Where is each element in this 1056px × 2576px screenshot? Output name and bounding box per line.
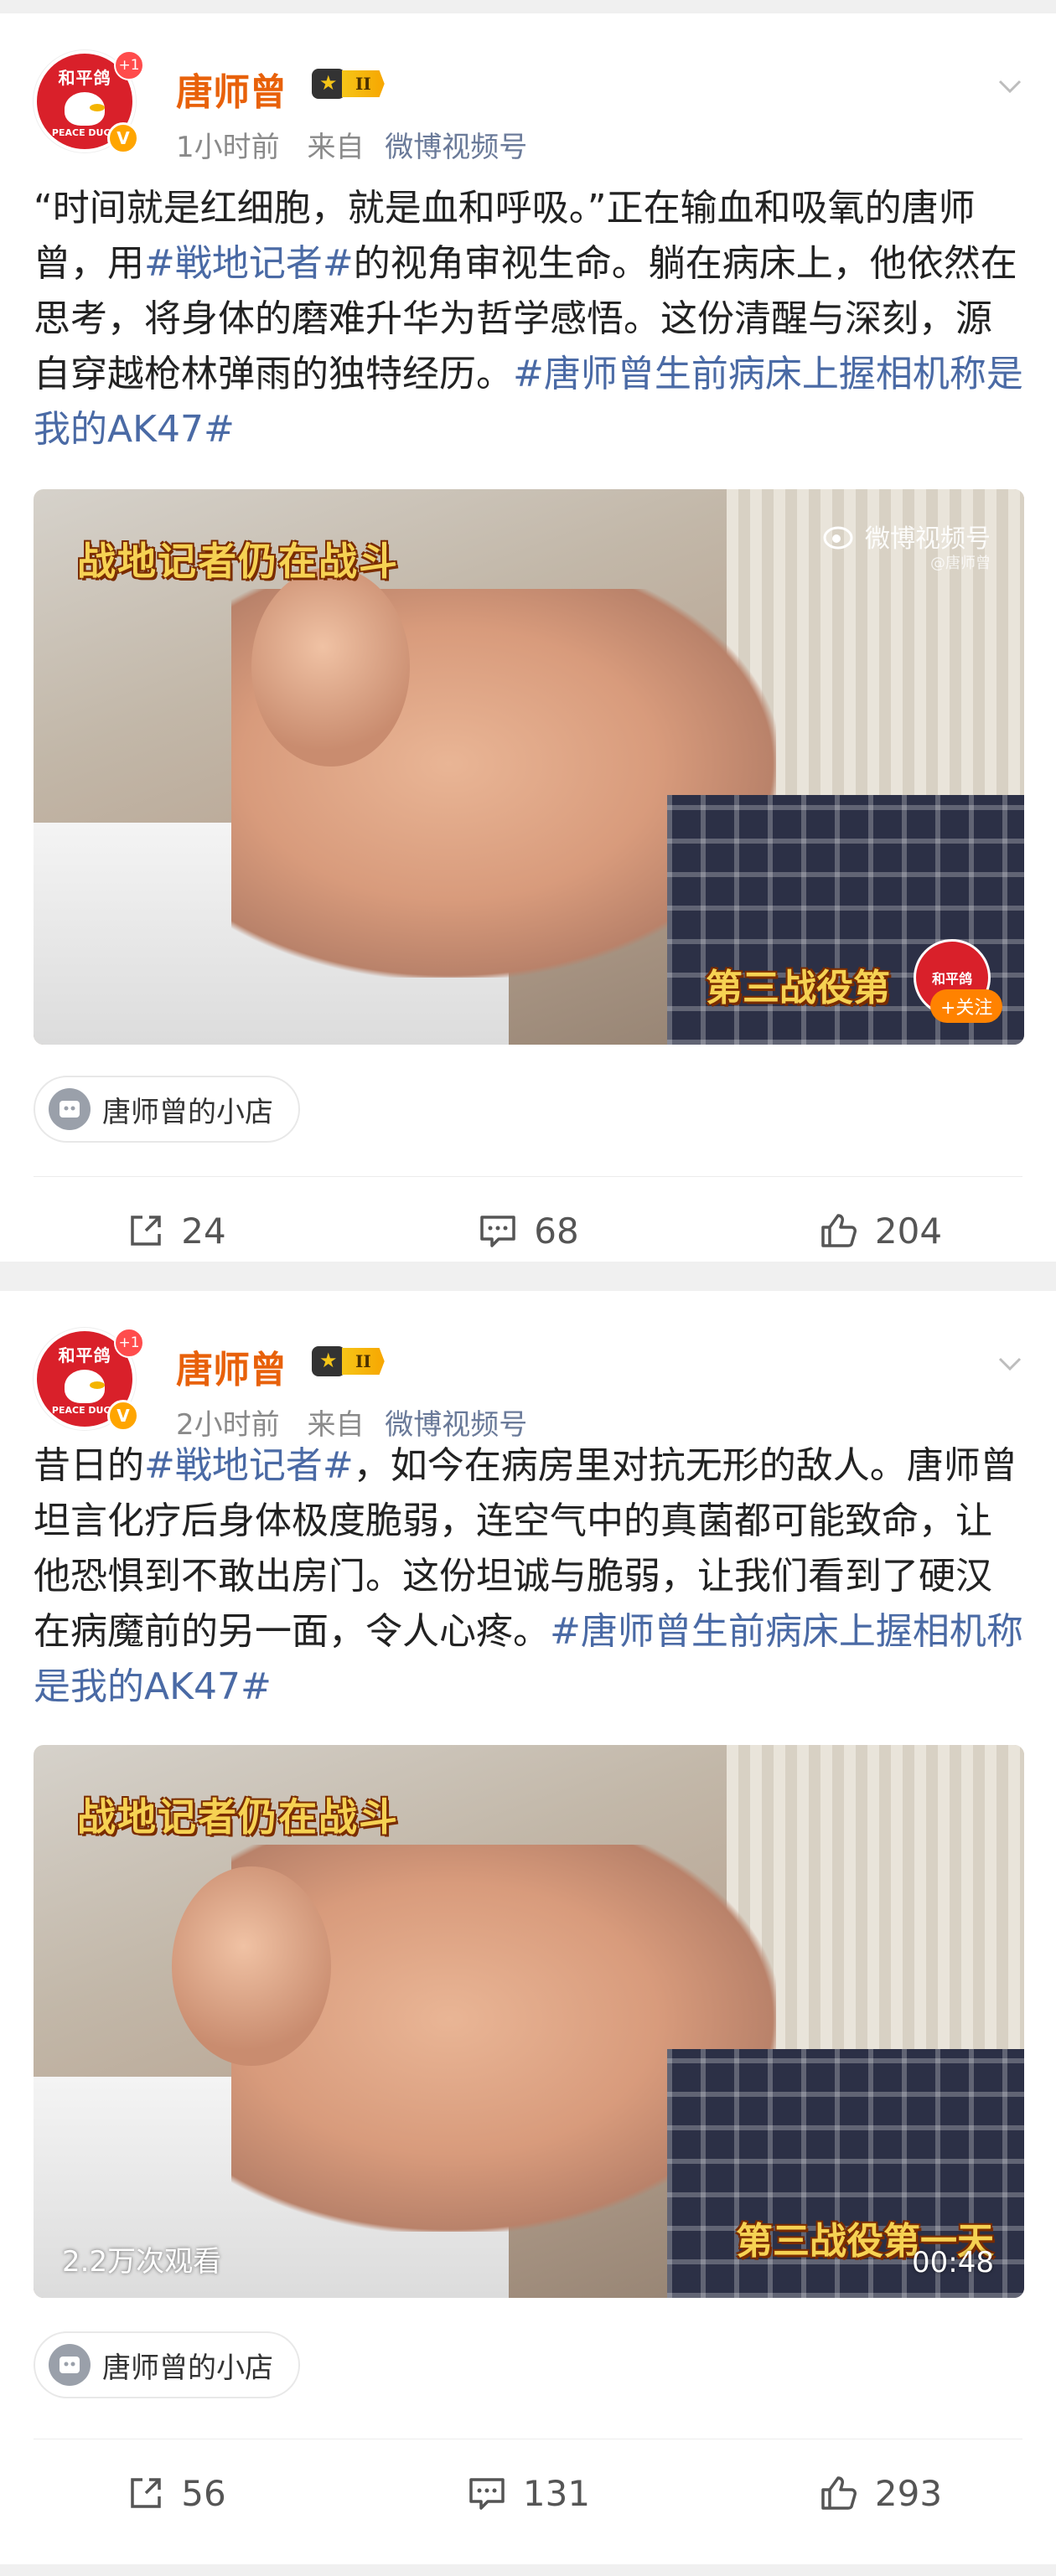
avatar[interactable]: 和平鸽 PEACE DUCK +1 V <box>34 1328 144 1432</box>
chevron-down-icon[interactable] <box>996 1350 1024 1378</box>
video-duration: 00:48 <box>912 2246 994 2279</box>
video-overlay-subtitle: 第三战役第 <box>706 967 890 1009</box>
avatar[interactable]: 和平鸽 PEACE DUCK +1 V <box>34 50 144 154</box>
weibo-feed: 和平鸽 PEACE DUCK +1 V 唐师曾 II 1小时前 来自 微博视频号 <box>0 0 1056 2576</box>
shop-chip[interactable]: 唐师曾的小店 <box>34 2331 300 2398</box>
follow-badge[interactable]: 和平鸽 +关注 <box>914 939 1003 1023</box>
view-count: 2.2万次观看 <box>62 2245 222 2279</box>
repost-count: 56 <box>181 2472 226 2514</box>
thumbs-up-icon <box>821 1214 857 1247</box>
video-player[interactable]: 战地记者仍在战斗 微博视频号 @唐师曾 第三战役第 和平鸽 +关注 <box>34 489 1024 1045</box>
hashtag-link[interactable]: #戦地记者# <box>144 1444 354 1487</box>
video-frame-head <box>251 566 411 767</box>
like-button[interactable]: 204 <box>704 1180 1056 1281</box>
author-name[interactable]: 唐师曾 <box>176 1340 287 1393</box>
action-bar: 24 68 204 <box>0 1180 1056 1281</box>
post-card[interactable]: 和平鸽 PEACE DUCK +1 V 唐师曾 II 2小时前 来自 微博视频号 <box>0 1291 1056 2564</box>
repost-icon <box>131 1216 162 1246</box>
post-text: “时间就是红细胞，就是血和呼吸。”正在输血和吸氧的唐师曾，用#戦地记者#的视角审… <box>34 181 1028 457</box>
crown-icon <box>312 69 345 99</box>
verified-icon: V <box>107 122 139 154</box>
comment-icon <box>480 1216 516 1247</box>
chevron-down-icon[interactable] <box>996 72 1024 101</box>
author-name[interactable]: 唐师曾 <box>176 62 287 116</box>
repost-button[interactable]: 56 <box>0 2443 352 2543</box>
vip-badge[interactable]: II <box>312 67 385 101</box>
shop-icon <box>49 1088 91 1130</box>
post-meta: 1小时前 来自 微博视频号 <box>176 124 527 165</box>
post-meta: 2小时前 来自 微博视频号 <box>176 1402 527 1443</box>
avatar-logo-text: 和平鸽 <box>58 1345 111 1365</box>
post-header: 和平鸽 PEACE DUCK +1 V 唐师曾 II 1小时前 来自 微博视频号 <box>0 13 1056 164</box>
avatar-badge: +1 <box>114 1328 144 1358</box>
vip-level: II <box>342 1348 385 1375</box>
avatar-badge: +1 <box>114 50 144 80</box>
comment-count: 131 <box>522 2472 591 2514</box>
post-card[interactable]: 和平鸽 PEACE DUCK +1 V 唐师曾 II 1小时前 来自 微博视频号 <box>0 13 1056 1262</box>
top-gap <box>0 0 1056 13</box>
post-header: 和平鸽 PEACE DUCK +1 V 唐师曾 II 2小时前 来自 微博视频号 <box>0 1291 1056 1442</box>
hashtag-link[interactable]: #戦地记者# <box>144 242 354 285</box>
source-prefix: 来自 <box>307 1408 365 1442</box>
video-frame-head <box>172 1866 331 2066</box>
like-count: 293 <box>874 2472 943 2514</box>
post-time: 2小时前 <box>176 1408 280 1442</box>
video-overlay-title: 战地记者仍在战斗 <box>77 1794 399 1840</box>
divider <box>34 1176 1022 1177</box>
weibo-eye-icon <box>823 526 853 550</box>
comment-icon <box>469 2478 505 2510</box>
video-watermark: 微博视频号 <box>823 518 991 555</box>
crown-icon <box>312 1346 345 1376</box>
video-overlay-title: 战地记者仍在战斗 <box>77 539 399 584</box>
repost-icon <box>131 2478 162 2508</box>
thumbs-up-icon <box>821 2476 857 2510</box>
video-player[interactable]: 战地记者仍在战斗 第三战役第一天 2.2万次观看 00:48 <box>34 1745 1024 2298</box>
text-segment: 昔日的 <box>34 1444 144 1487</box>
post-time: 1小时前 <box>176 131 280 164</box>
post-text: 昔日的#戦地记者#，如今在病房里对抗无形的敌人。唐师曾坦言化疗后身体极度脆弱，连… <box>34 1438 1028 1715</box>
comment-button[interactable]: 131 <box>352 2443 704 2543</box>
post-source[interactable]: 微博视频号 <box>385 131 527 164</box>
follow-button[interactable]: +关注 <box>930 989 1003 1023</box>
repost-button[interactable]: 24 <box>0 1180 352 1281</box>
vip-badge[interactable]: II <box>312 1345 385 1378</box>
action-bar: 56 131 293 <box>0 2443 1056 2543</box>
like-count: 204 <box>874 1210 943 1252</box>
shop-icon <box>49 2344 91 2386</box>
like-button[interactable]: 293 <box>704 2443 1056 2543</box>
watermark-handle: @唐师曾 <box>930 555 991 572</box>
watermark-text: 微博视频号 <box>865 524 991 554</box>
comment-button[interactable]: 68 <box>352 1180 704 1281</box>
avatar-logo-text: 和平鸽 <box>58 68 111 88</box>
shop-label: 唐师曾的小店 <box>102 2351 273 2385</box>
duck-icon <box>65 92 105 126</box>
verified-icon: V <box>107 1400 139 1432</box>
duck-icon <box>65 1370 105 1403</box>
vip-level: II <box>342 70 385 97</box>
shop-chip[interactable]: 唐师曾的小店 <box>34 1076 300 1143</box>
repost-count: 24 <box>181 1210 226 1252</box>
post-source[interactable]: 微博视频号 <box>385 1408 527 1442</box>
source-prefix: 来自 <box>307 131 365 164</box>
shop-label: 唐师曾的小店 <box>102 1095 273 1129</box>
comment-count: 68 <box>534 1210 579 1252</box>
